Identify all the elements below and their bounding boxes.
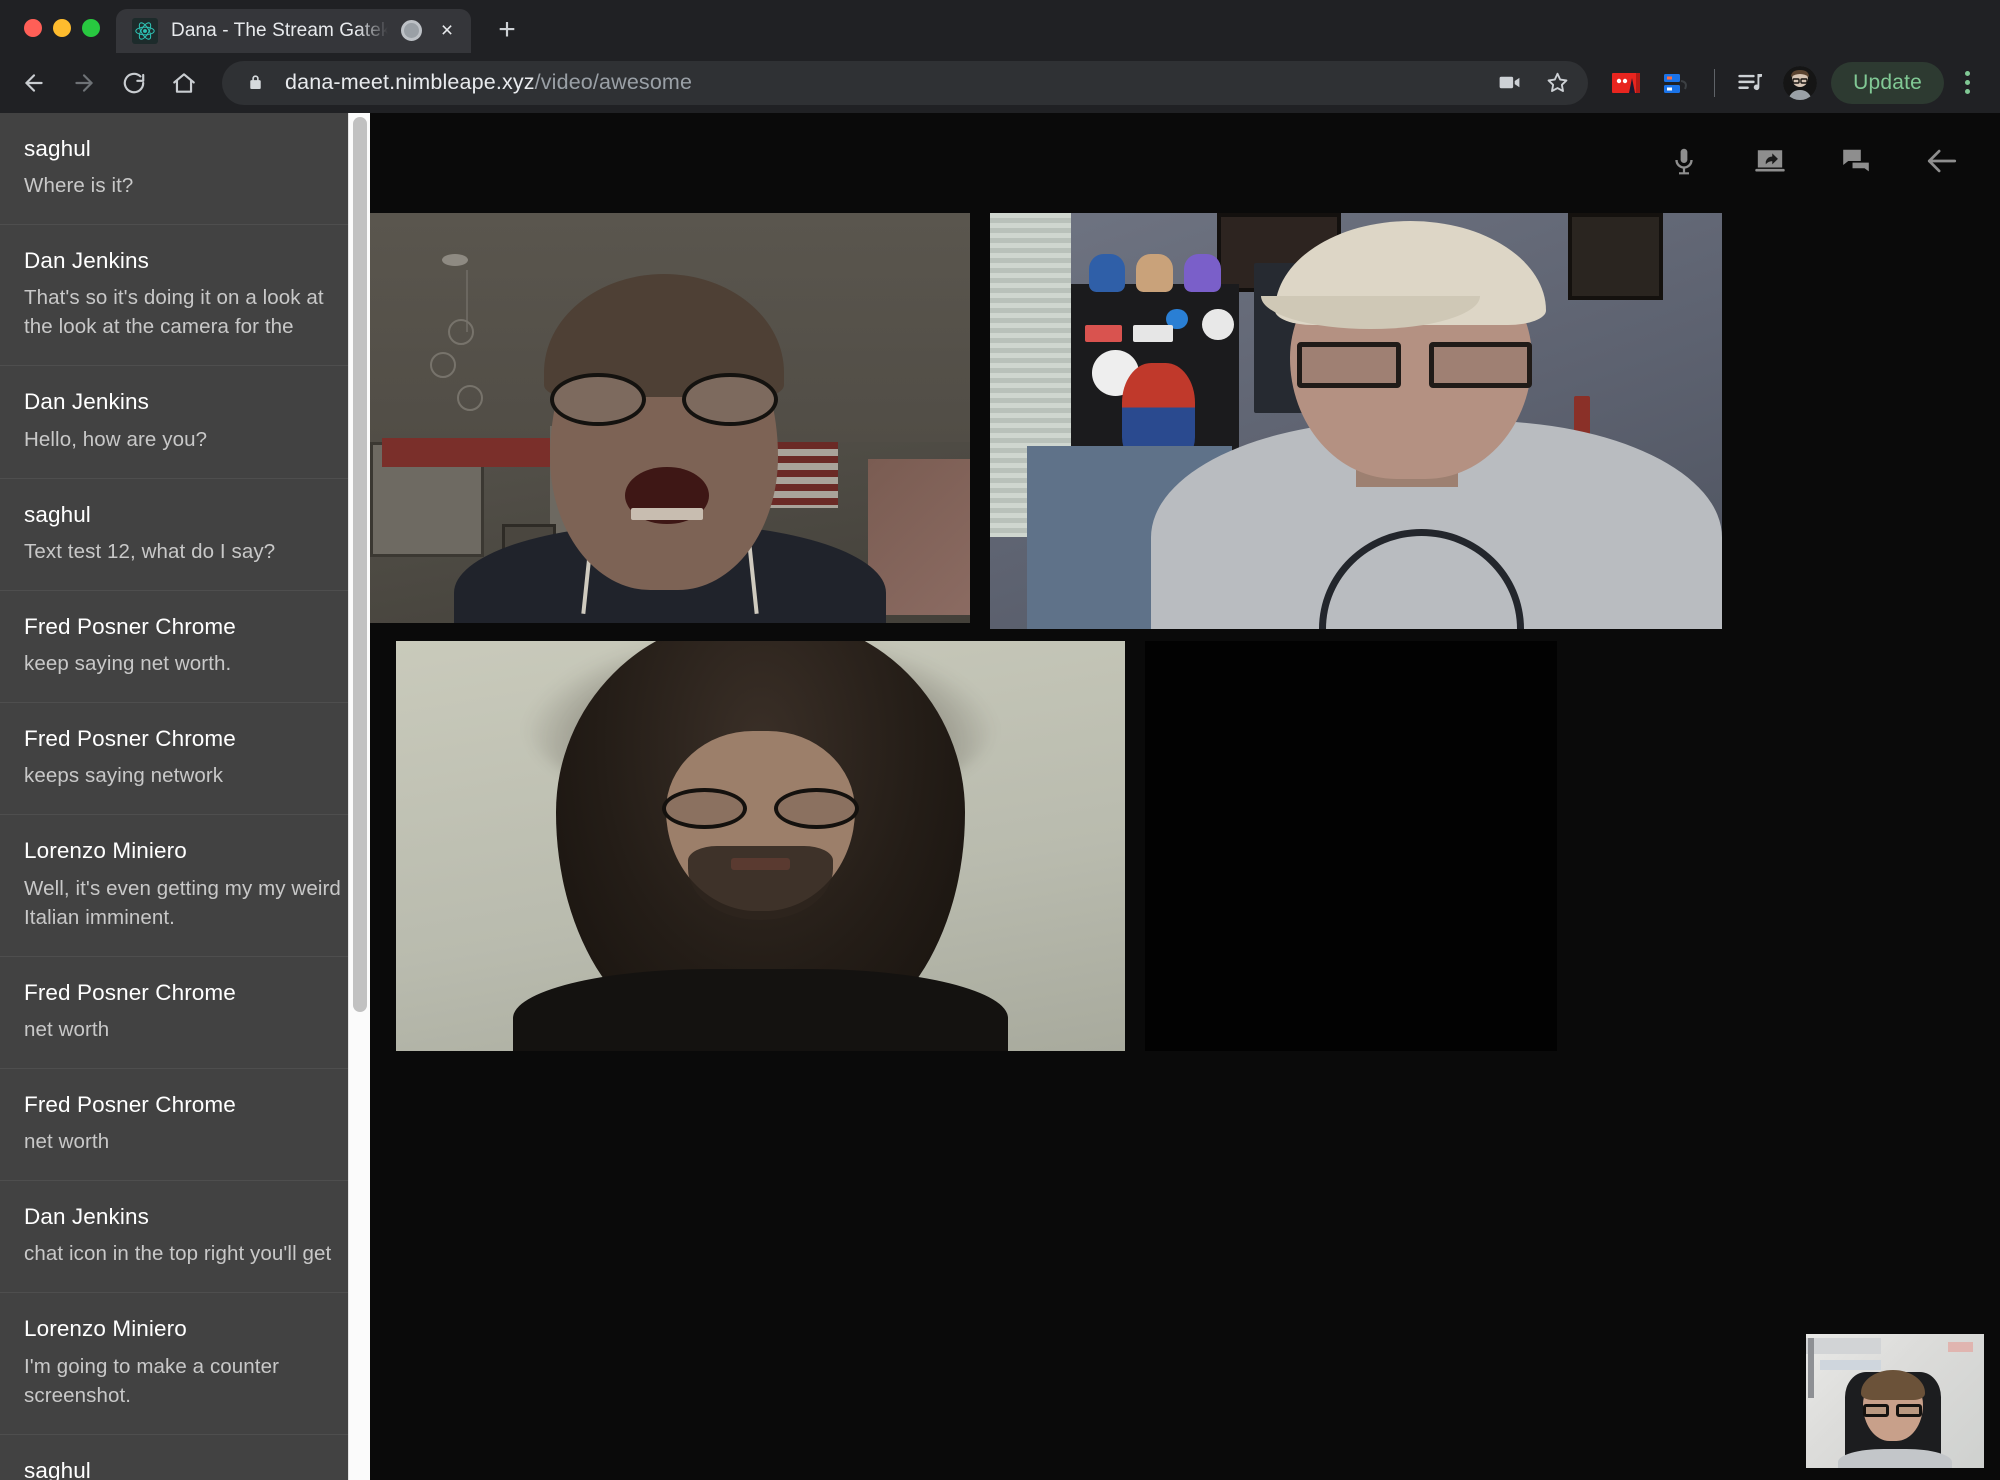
scrollbar-thumb[interactable] xyxy=(353,116,367,1012)
chat-text: net worth xyxy=(24,1130,110,1154)
list-item[interactable]: Dan Jenkins That's so it's doing it on a… xyxy=(0,225,370,367)
chat-scrollbar[interactable] xyxy=(348,112,370,1480)
close-window-button[interactable] xyxy=(24,18,42,37)
list-item[interactable]: saghul Where is it? xyxy=(0,113,370,226)
chat-text: Where is it? xyxy=(24,174,134,197)
chat-text: That's so it's doing it on a look at the… xyxy=(24,286,324,339)
browser-tab[interactable]: Dana - The Stream Gatekee × xyxy=(116,8,471,53)
list-item[interactable]: saghul Text test 12, what do I say? xyxy=(0,479,370,591)
close-icon[interactable]: × xyxy=(435,19,459,43)
participant-grid xyxy=(370,212,2000,1480)
self-view-pip[interactable] xyxy=(1806,1334,1984,1468)
screen-share-icon[interactable] xyxy=(1748,139,1792,183)
chat-author: saghul xyxy=(24,501,91,527)
grid-row xyxy=(370,212,1722,629)
stage-controls xyxy=(370,113,2000,209)
list-item[interactable]: Dan Jenkins Hello, how are you? xyxy=(0,366,370,479)
tab-recording-icon[interactable] xyxy=(401,20,422,42)
video-camera-icon[interactable] xyxy=(1488,62,1530,104)
participant-tile-3[interactable] xyxy=(396,640,1125,1051)
back-arrow-icon[interactable] xyxy=(10,59,58,107)
chat-author: Lorenzo Miniero xyxy=(24,1316,187,1342)
blue-tab-extension-icon[interactable] xyxy=(1659,66,1693,100)
react-logo-icon xyxy=(132,17,158,44)
chat-text: Text test 12, what do I say? xyxy=(24,539,276,563)
video-feed xyxy=(1145,640,1557,1051)
back-arrow-icon[interactable] xyxy=(1920,139,1964,183)
update-button[interactable]: Update xyxy=(1831,61,1944,104)
chat-author: Dan Jenkins xyxy=(24,389,149,415)
microphone-icon[interactable] xyxy=(1662,139,1706,183)
chat-panel: saghul Where is it? Dan Jenkins That's s… xyxy=(0,112,370,1480)
chat-author: saghul xyxy=(24,135,91,161)
tab-strip: Dana - The Stream Gatekee × + xyxy=(0,0,2000,53)
avatar[interactable] xyxy=(1783,65,1818,100)
url-domain: dana-meet.nimbleape.xyz xyxy=(285,70,535,95)
minimize-window-button[interactable] xyxy=(53,18,71,37)
browser-window: Dana - The Stream Gatekee × + dana-meet.… xyxy=(0,0,2000,1480)
chat-author: Fred Posner Chrome xyxy=(24,979,236,1005)
page-content: saghul Where is it? Dan Jenkins That's s… xyxy=(0,112,2000,1480)
list-item[interactable]: Lorenzo Miniero Well, it's even getting … xyxy=(0,815,370,957)
home-icon[interactable] xyxy=(160,59,208,107)
window-controls xyxy=(14,18,116,53)
video-feed xyxy=(990,212,1722,629)
chat-author: Lorenzo Miniero xyxy=(24,838,187,864)
chat-author: Dan Jenkins xyxy=(24,1204,149,1230)
list-item[interactable]: Dan Jenkins chat icon in the top right y… xyxy=(0,1181,370,1294)
chat-author: saghul xyxy=(24,1457,91,1480)
list-item[interactable]: Fred Posner Chrome net worth xyxy=(0,1069,370,1182)
chat-text: Hello, how are you? xyxy=(24,427,208,451)
toolbar-divider xyxy=(1714,68,1716,97)
chat-icon[interactable] xyxy=(1834,139,1878,183)
participant-tile-4[interactable] xyxy=(1145,640,1557,1051)
video-stage xyxy=(370,112,2000,1480)
chat-text: Well, it's even getting my my weird Ital… xyxy=(24,876,341,929)
reload-icon[interactable] xyxy=(110,59,158,107)
forward-arrow-icon[interactable] xyxy=(60,59,108,107)
participant-tile-1[interactable] xyxy=(370,212,970,623)
star-outline-icon[interactable] xyxy=(1536,62,1578,104)
media-playlist-icon[interactable] xyxy=(1729,62,1771,104)
chat-author: Fred Posner Chrome xyxy=(24,1091,236,1117)
url-path: /video/awesome xyxy=(534,70,693,95)
chat-text: chat icon in the top right you'll get xyxy=(24,1242,332,1266)
chat-text: I'm going to make a counter screenshot. xyxy=(24,1354,280,1407)
screen-recorder-extension-icon[interactable] xyxy=(1609,66,1643,100)
chat-message-list: saghul Where is it? Dan Jenkins That's s… xyxy=(0,113,370,1480)
browser-toolbar: dana-meet.nimbleape.xyz/video/awesome Up… xyxy=(0,52,2000,113)
list-item[interactable]: Fred Posner Chrome net worth xyxy=(0,957,370,1069)
list-item[interactable]: Fred Posner Chrome keeps saying network xyxy=(0,703,370,816)
video-feed xyxy=(396,640,1125,1051)
kebab-menu-icon[interactable] xyxy=(1950,62,1984,104)
chat-text: keeps saying network xyxy=(24,764,224,788)
chat-author: Fred Posner Chrome xyxy=(24,726,236,752)
list-item[interactable]: saghul xyxy=(0,1435,370,1480)
list-item[interactable]: Fred Posner Chrome keep saying net worth… xyxy=(0,591,370,704)
list-item[interactable]: Lorenzo Miniero I'm going to make a coun… xyxy=(0,1293,370,1435)
url-text: dana-meet.nimbleape.xyz/video/awesome xyxy=(285,70,692,95)
chat-author: Fred Posner Chrome xyxy=(24,613,236,639)
lock-icon xyxy=(246,73,265,92)
maximize-window-button[interactable] xyxy=(82,18,100,37)
chat-author: Dan Jenkins xyxy=(24,248,149,274)
chat-text: keep saying net worth. xyxy=(24,652,232,676)
grid-row xyxy=(396,640,1557,1051)
video-feed xyxy=(370,212,970,623)
tab-title: Dana - The Stream Gatekee xyxy=(171,19,388,41)
participant-tile-2[interactable] xyxy=(990,212,1722,629)
chat-text: net worth xyxy=(24,1017,110,1041)
new-tab-button[interactable]: + xyxy=(487,10,527,50)
omnibox-actions xyxy=(1488,62,1578,104)
address-bar[interactable]: dana-meet.nimbleape.xyz/video/awesome xyxy=(222,60,1589,105)
